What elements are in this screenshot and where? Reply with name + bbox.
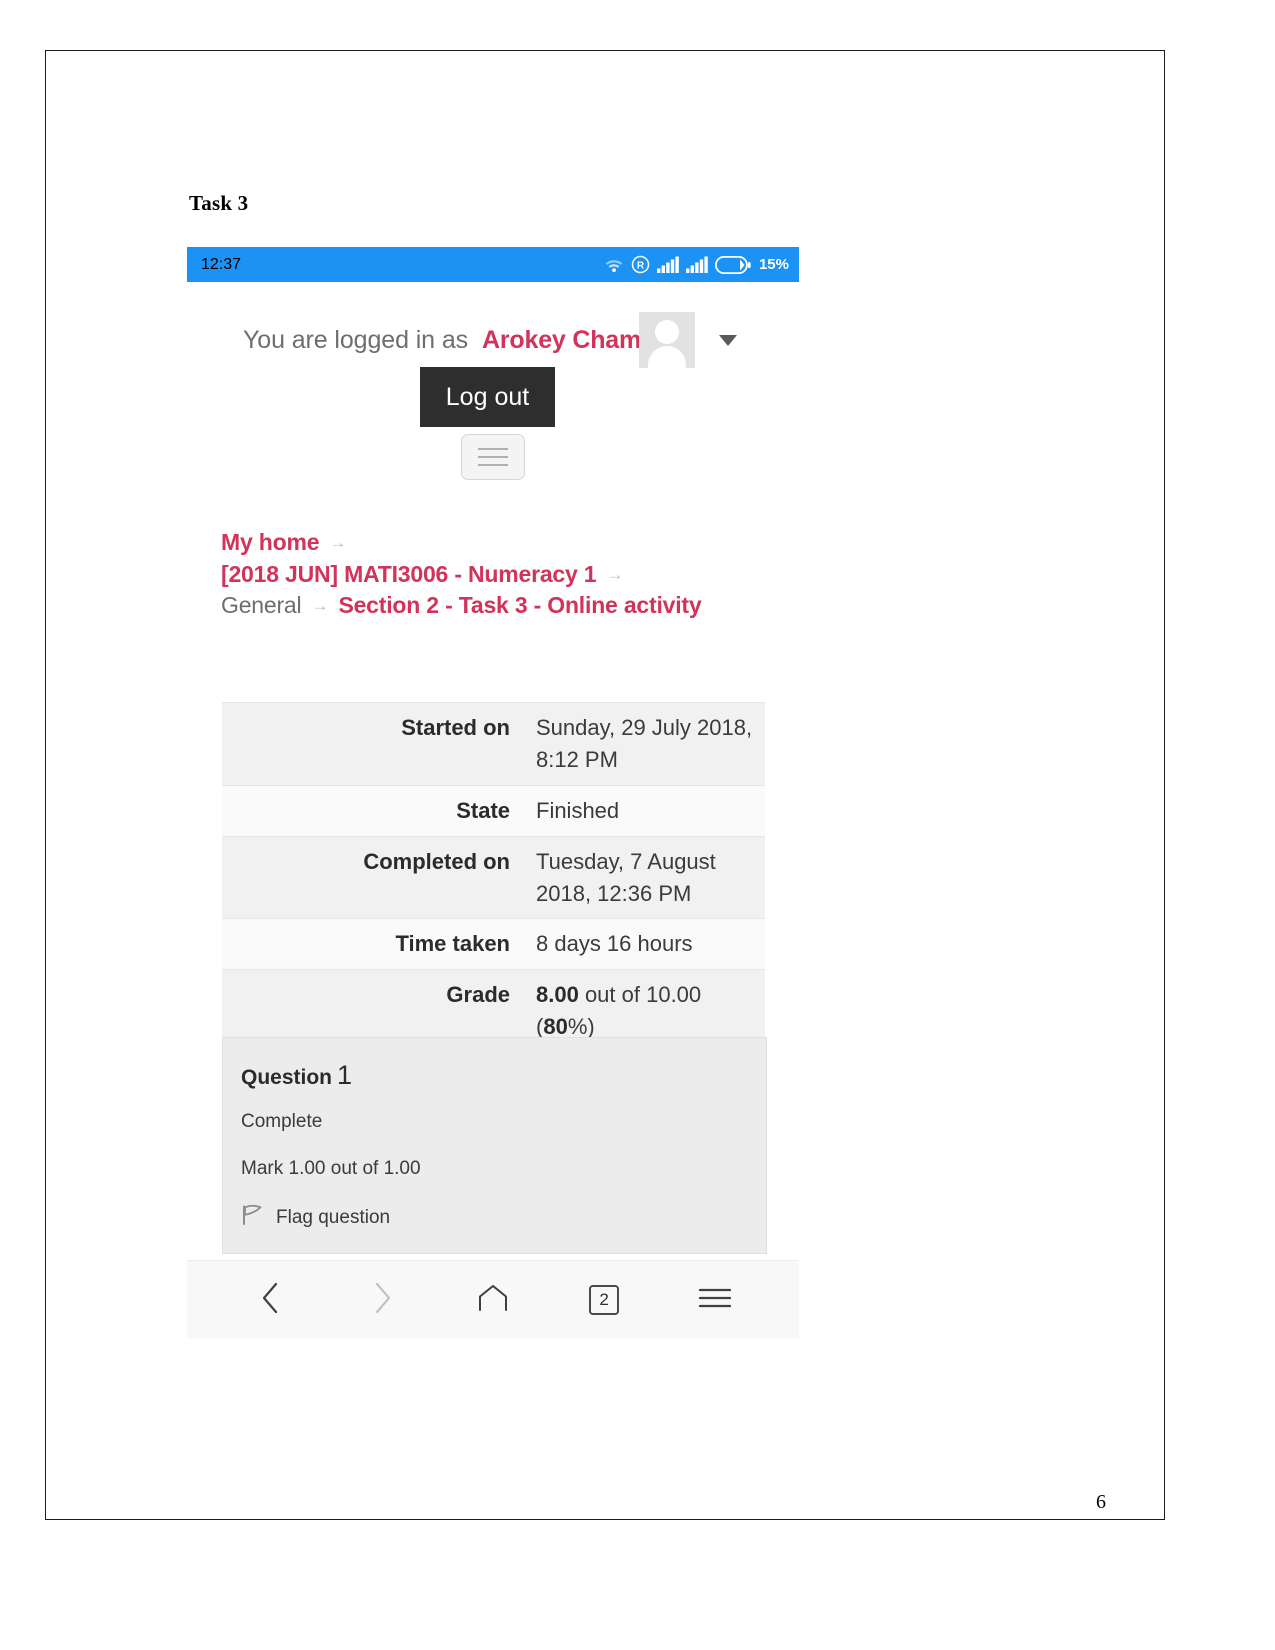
avatar[interactable] [639,312,696,368]
tabs-button[interactable]: 2 [572,1271,636,1329]
summary-key: Time taken [395,931,510,957]
flag-icon [241,1204,265,1231]
grade-score: 8.00 [536,982,579,1008]
summary-value: Finished [536,797,620,823]
question-mark: Mark 1.00 out of 1.00 [241,1158,421,1179]
attempt-summary-table: Started on Sunday, 29 July 2018, 8:12 PM… [222,702,765,1053]
question-title: Question 1 [241,1060,746,1091]
logged-in-row: You are logged in as Arokey Cham [243,312,738,368]
grade-percent: 80 [543,1014,568,1040]
breadcrumb-item-my-home[interactable]: My home [221,529,319,555]
wifi-icon [604,257,624,273]
breadcrumb-item-course[interactable]: [2018 JUN] MATI3006 - Numeracy 1 [221,561,597,587]
phone-status-bar: 12:37 R 15% [187,247,799,282]
question-title-label: Question [241,1066,333,1089]
chevron-down-icon[interactable] [719,334,738,346]
phone-screenshot: 12:37 R 15% You are logged in as Arokey … [187,247,799,1339]
signal-bars-icon [656,256,679,273]
breadcrumb-line-3: General → Section 2 - Task 3 - Online acti… [221,590,781,622]
back-button[interactable] [239,1271,303,1329]
hamburger-icon-bar [478,464,508,466]
user-name-link[interactable]: Arokey Cham [482,326,641,355]
status-clock: 12:37 [201,255,242,273]
back-icon [258,1281,284,1320]
summary-value: Sunday, 29 July 2018, 8:12 PM [536,715,753,772]
table-row: State Finished [222,785,765,837]
forward-button[interactable] [350,1271,414,1329]
browser-viewport: You are logged in as Arokey Cham Log out… [187,282,799,1260]
breadcrumb-separator-icon: → [606,564,624,584]
hamburger-icon-bar [478,448,508,450]
page-title: Task 3 [189,191,249,215]
page-number: 6 [1096,1491,1106,1513]
tab-count-label: 2 [589,1285,620,1315]
summary-value: 8 days 16 hours [536,931,693,957]
document-page-frame: Task 3 12:37 R 15% You are logged in as … [45,50,1165,1520]
svg-text:R: R [637,261,645,272]
logout-button[interactable]: Log out [420,367,555,427]
battery-percent-label: 15% [758,256,789,273]
breadcrumb-separator-icon: → [329,533,347,552]
table-row: Completed on Tuesday, 7 August 2018, 12:… [222,836,765,919]
grade-outof: out of 10.00 [578,982,702,1008]
table-row: Started on Sunday, 29 July 2018, 8:12 PM [222,702,765,786]
home-icon [476,1283,510,1318]
summary-key: Completed on [363,848,510,874]
status-icon-group: R 15% [604,255,789,274]
browser-bottom-nav: 2 [187,1260,799,1339]
forward-icon [369,1281,395,1320]
summary-value: Tuesday, 7 August 2018, 12:36 PM [536,848,716,906]
breadcrumb-line-2: [2018 JUN] MATI3006 - Numeracy 1 → [221,559,781,591]
nav-toggle-button[interactable] [461,434,525,480]
flag-question-control[interactable]: Flag question [241,1204,746,1231]
roaming-icon: R [631,255,650,274]
menu-icon [698,1285,732,1316]
breadcrumb-item-general: General [221,592,302,619]
breadcrumb: My home → [2018 JUN] MATI3006 - Numeracy … [221,527,781,622]
summary-key: Started on [401,715,510,740]
browser-menu-button[interactable] [683,1271,747,1329]
table-row: Time taken 8 days 16 hours [222,918,765,970]
logged-in-prefix: You are logged in as [243,325,469,354]
battery-icon [714,255,751,274]
breadcrumb-separator-icon: → [311,596,329,616]
grade-close-paren: %) [567,1014,595,1040]
question-state: Complete [241,1111,323,1132]
home-button[interactable] [461,1271,525,1329]
summary-key: State [456,797,510,823]
breadcrumb-line-1: My home → [221,527,781,559]
hamburger-icon-bar [478,456,508,458]
breadcrumb-item-activity[interactable]: Section 2 - Task 3 - Online activity [338,592,701,618]
question-card: Question 1 Complete Mark 1.00 out of 1.00… [222,1037,767,1254]
question-number: 1 [337,1060,353,1090]
flag-question-label[interactable]: Flag question [276,1207,390,1229]
signal-bars-icon [685,256,708,273]
